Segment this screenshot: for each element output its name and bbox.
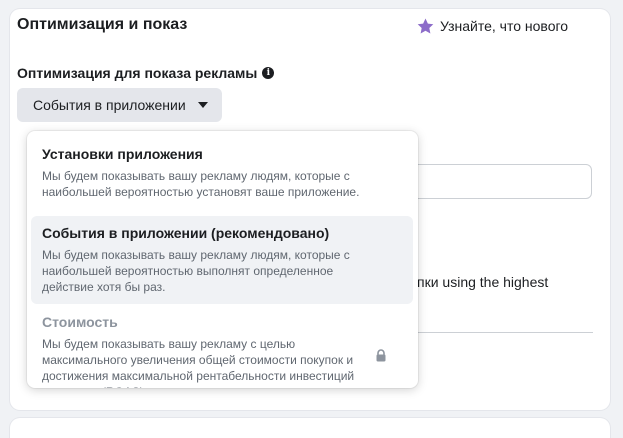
lock-icon: [375, 349, 387, 367]
background-input[interactable]: [392, 164, 592, 199]
background-divider: [400, 332, 593, 333]
optimization-menu: Установки приложения Мы будем показывать…: [27, 131, 418, 388]
optimization-dropdown[interactable]: События в приложении: [17, 88, 222, 122]
menu-item-app-installs[interactable]: Установки приложения Мы будем показывать…: [31, 137, 413, 208]
caret-down-icon: [197, 102, 208, 108]
menu-item-value[interactable]: Стоимость Мы будем показывать вашу рекла…: [31, 305, 413, 388]
optimization-label: Оптимизация для показа рекламы i: [17, 65, 275, 81]
menu-item-title: События в приложении (рекомендовано): [42, 225, 330, 241]
menu-item-description: Мы будем показывать вашу рекламу людям, …: [42, 248, 350, 294]
section-title: Оптимизация и показ: [17, 16, 188, 33]
menu-item-description: Мы будем показывать вашу рекламу людям, …: [42, 169, 360, 199]
menu-item-app-events[interactable]: События в приложении (рекомендовано) Мы …: [31, 216, 413, 304]
menu-item-title: Стоимость: [42, 314, 118, 330]
whats-new-link[interactable]: Узнайте, что нового: [417, 18, 568, 34]
optimization-dropdown-value: События в приложении: [33, 97, 186, 113]
optimization-label-text: Оптимизация для показа рекламы: [17, 65, 258, 81]
whats-new-label: Узнайте, что нового: [440, 18, 569, 34]
menu-item-description: Мы будем показывать вашу рекламу с целью…: [42, 337, 355, 388]
info-icon[interactable]: i: [262, 67, 275, 79]
star-icon: [417, 18, 434, 34]
menu-item-title: Установки приложения: [42, 146, 203, 162]
background-text: упки using the highest: [410, 274, 549, 290]
next-card-edge: [10, 418, 610, 438]
